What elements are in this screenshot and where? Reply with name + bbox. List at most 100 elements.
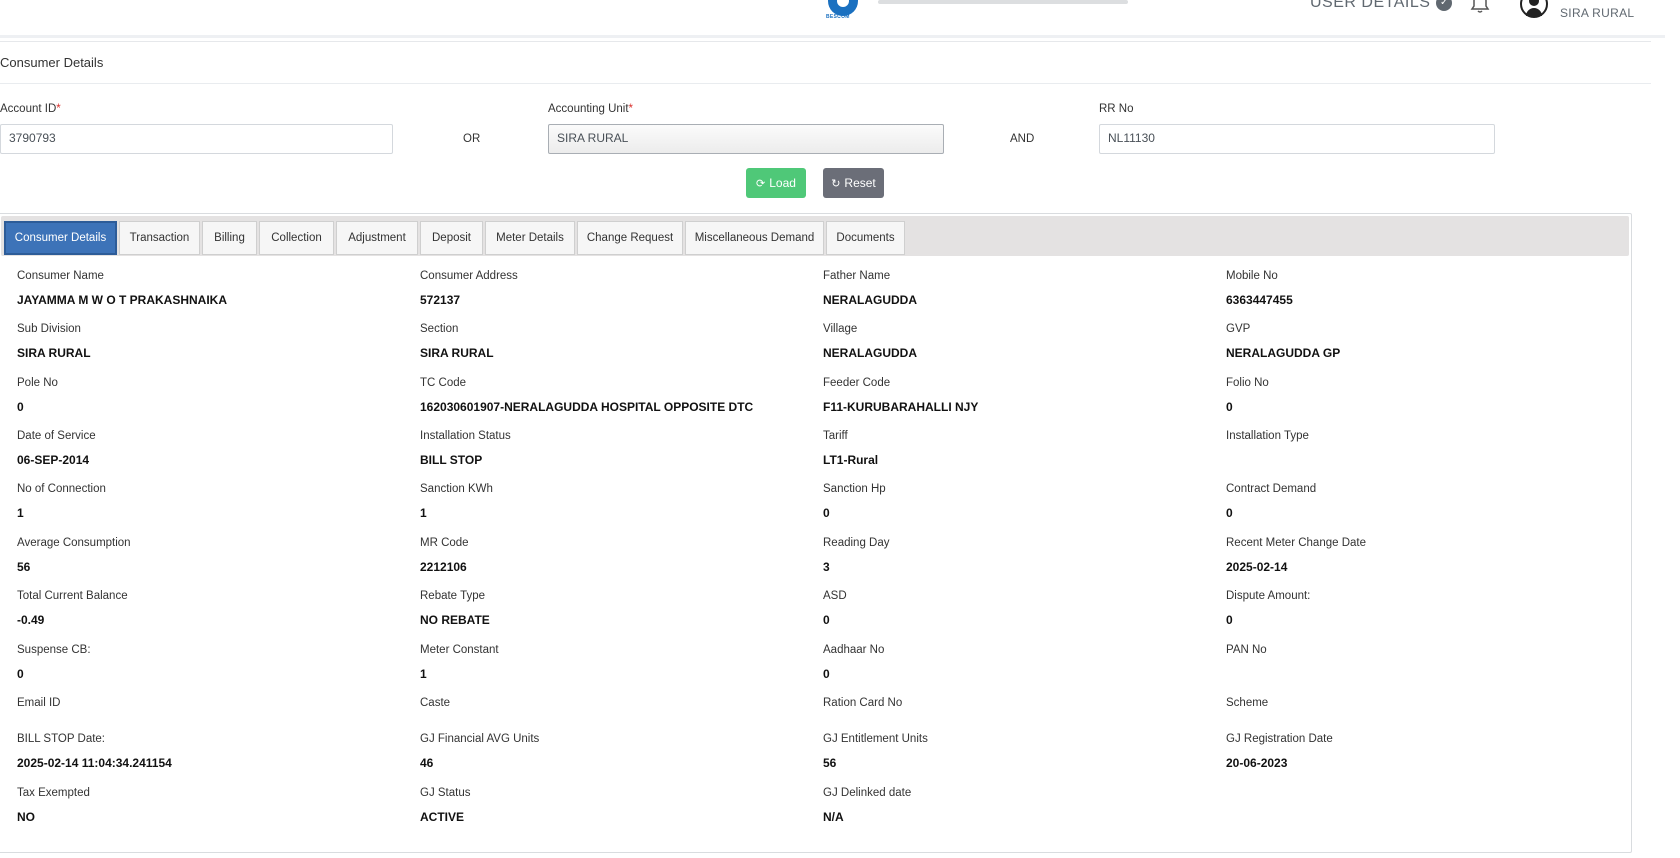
field-label: Ration Card No — [823, 697, 903, 709]
field-label: Tariff — [823, 430, 848, 442]
field-value: 3 — [823, 560, 830, 574]
chevron-down-circle-icon: ✓ — [1436, 0, 1453, 11]
field-label: Scheme — [1226, 697, 1269, 709]
field-value: JAYAMMA M W O T PRAKASHNAIKA — [17, 293, 228, 307]
field-label: GJ Status — [420, 787, 471, 799]
field-label: GJ Delinked date — [823, 787, 912, 799]
tab-meter-details[interactable]: Meter Details — [485, 221, 575, 255]
field-label: Recent Meter Change Date — [1226, 537, 1366, 549]
spinner-icon: ⟳ — [756, 177, 766, 190]
field-value: F11-KURUBARAHALLI NJY — [823, 400, 979, 414]
field-label: Sub Division — [17, 323, 81, 335]
header-title-cropped — [878, 0, 1128, 4]
field-label: Father Name — [823, 270, 891, 282]
field-label: Total Current Balance — [17, 590, 128, 602]
field-label: BILL STOP Date: — [17, 733, 106, 745]
field-label: GJ Registration Date — [1226, 733, 1333, 745]
field-value: SIRA RURAL — [420, 346, 494, 360]
field-label: Caste — [420, 697, 451, 709]
page-title: Consumer Details — [0, 55, 104, 70]
reset-button-label: Reset — [844, 176, 876, 190]
field-value: NERALAGUDDA — [823, 346, 917, 360]
load-button-label: Load — [769, 176, 796, 190]
field-value: 6363447455 — [1226, 293, 1293, 307]
divider — [0, 83, 1651, 84]
tab-collection[interactable]: Collection — [259, 221, 334, 255]
field-value: 0 — [823, 613, 830, 627]
account-id-input[interactable]: 3790793 — [0, 124, 393, 154]
load-button[interactable]: ⟳ Load — [746, 168, 806, 198]
field-value: 2212106 — [420, 560, 467, 574]
tab-adjustment[interactable]: Adjustment — [336, 221, 418, 255]
tab-miscellaneous-demand[interactable]: Miscellaneous Demand — [685, 221, 824, 255]
accounting-unit-label: Accounting Unit* — [548, 103, 634, 115]
field-label: Sanction KWh — [420, 483, 493, 495]
field-label: Aadhaar No — [823, 644, 885, 656]
user-avatar-icon[interactable] — [1520, 0, 1548, 18]
field-value: SIRA RURAL — [17, 346, 91, 360]
reset-button[interactable]: ↻ Reset — [823, 168, 884, 198]
field-value: 162030601907-NERALAGUDDA HOSPITAL OPPOSI… — [420, 400, 754, 414]
tab-billing[interactable]: Billing — [202, 221, 257, 255]
field-value: NERALAGUDDA GP — [1226, 346, 1341, 360]
or-label: OR — [463, 133, 481, 145]
field-label: GJ Financial AVG Units — [420, 733, 540, 745]
field-value: 56 — [17, 560, 31, 574]
field-label: Suspense CB: — [17, 644, 91, 656]
field-label: Consumer Address — [420, 270, 518, 282]
field-label: TC Code — [420, 377, 467, 389]
field-value: 56 — [823, 756, 837, 770]
field-value: 1 — [420, 506, 427, 520]
field-label: Installation Status — [420, 430, 511, 442]
field-label: Rebate Type — [420, 590, 486, 602]
field-label: Sanction Hp — [823, 483, 886, 495]
field-value: 2025-02-14 11:04:34.241154 — [17, 756, 172, 770]
field-label: Installation Type — [1226, 430, 1309, 442]
top-header: BESCOM USER DETAILS ✓ SIRA RURAL — [0, 0, 1665, 38]
field-value: 2025-02-14 — [1226, 560, 1288, 574]
account-id-label: Account ID* — [0, 103, 61, 115]
field-value: 0 — [17, 400, 24, 414]
field-value: 0 — [1226, 613, 1233, 627]
field-label: Meter Constant — [420, 644, 499, 656]
user-details-menu[interactable]: USER DETAILS ✓ — [1310, 0, 1453, 12]
field-label: PAN No — [1226, 644, 1267, 656]
tab-change-request[interactable]: Change Request — [577, 221, 683, 255]
bescom-logo: BESCOM — [826, 0, 860, 20]
field-value: BILL STOP — [420, 453, 483, 467]
field-label: Consumer Name — [17, 270, 104, 282]
field-label: Tax Exempted — [17, 787, 90, 799]
field-label: Mobile No — [1226, 270, 1278, 282]
field-value: 1 — [17, 506, 24, 520]
bell-icon[interactable] — [1470, 0, 1490, 14]
field-label: Dispute Amount: — [1226, 590, 1311, 602]
field-label: Contract Demand — [1226, 483, 1317, 495]
user-location: SIRA RURAL — [1560, 6, 1635, 20]
accounting-unit-select[interactable]: SIRA RURAL — [548, 124, 944, 154]
field-label: Date of Service — [17, 430, 96, 442]
tab-bar: Consumer Details Transaction Billing Col… — [1, 216, 1629, 256]
page: BESCOM USER DETAILS ✓ SIRA RURAL Consume… — [0, 0, 1680, 858]
rr-no-input[interactable]: NL11130 — [1099, 124, 1495, 154]
and-label: AND — [1010, 133, 1035, 145]
field-value: 20-06-2023 — [1226, 756, 1288, 770]
field-label: GJ Entitlement Units — [823, 733, 928, 745]
field-value: ACTIVE — [420, 810, 465, 824]
field-label: Email ID — [17, 697, 61, 709]
field-label: No of Connection — [17, 483, 106, 495]
field-label: Section — [420, 323, 459, 335]
field-value: NO — [17, 810, 35, 824]
field-label: Average Consumption — [17, 537, 131, 549]
field-label: Village — [823, 323, 858, 335]
field-value: 0 — [17, 667, 24, 681]
refresh-icon: ↻ — [831, 177, 841, 190]
user-details-label: USER DETAILS — [1310, 0, 1431, 11]
field-value: 06-SEP-2014 — [17, 453, 90, 467]
field-value: NERALAGUDDA — [823, 293, 917, 307]
tab-consumer-details[interactable]: Consumer Details — [4, 221, 117, 255]
tab-transaction[interactable]: Transaction — [119, 221, 200, 255]
tab-deposit[interactable]: Deposit — [420, 221, 483, 255]
tab-documents[interactable]: Documents — [826, 221, 905, 255]
field-label: ASD — [823, 590, 847, 602]
field-value: 46 — [420, 756, 434, 770]
